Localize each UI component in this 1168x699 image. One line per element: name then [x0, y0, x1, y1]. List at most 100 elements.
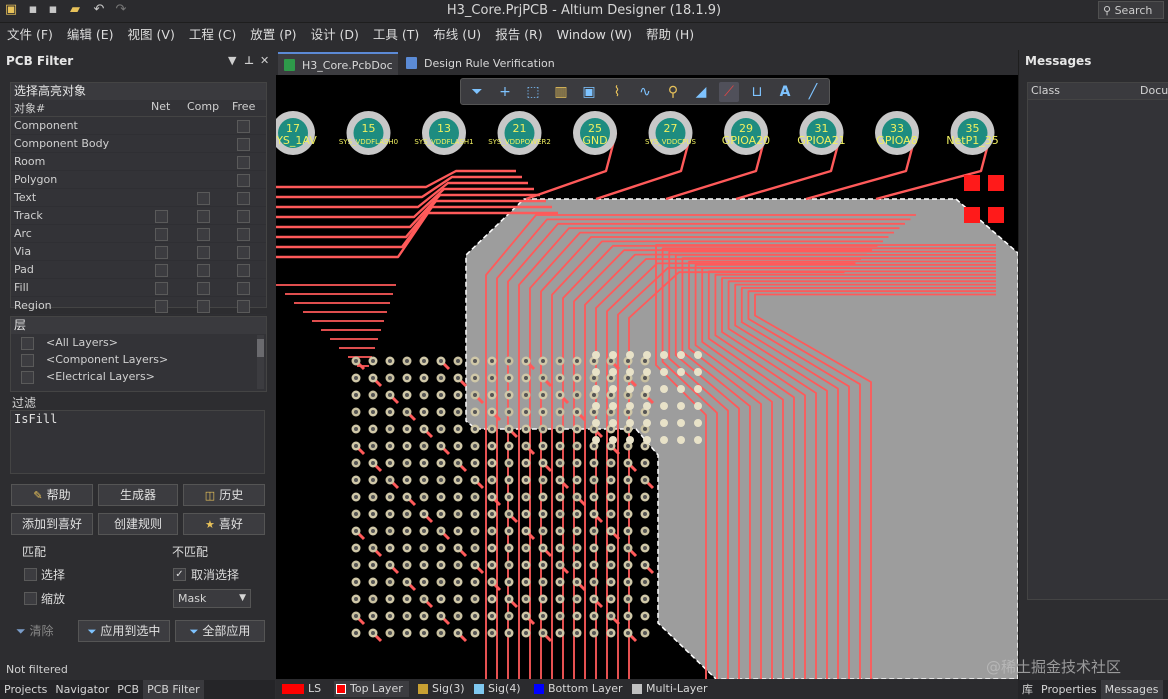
tab-projects[interactable]: Projects [0, 680, 51, 699]
builder-button[interactable]: 生成器 [98, 484, 178, 506]
tab-library[interactable]: 库 [1018, 680, 1037, 699]
menu-help[interactable]: 帮助 (H) [639, 23, 701, 47]
apply-selected-button[interactable]: ⏷ 应用到选中 [78, 620, 170, 642]
layer-tab-sig3[interactable]: Sig(3) [416, 681, 465, 697]
free-checkbox[interactable] [237, 246, 250, 259]
comp-checkbox[interactable] [197, 300, 210, 313]
select-checkbox[interactable] [24, 568, 37, 581]
wave-icon[interactable]: ∿ [635, 82, 655, 102]
menu-reports[interactable]: 报告 (R) [488, 23, 549, 47]
net-checkbox[interactable] [155, 282, 168, 295]
pin-place-icon[interactable]: ⚲ [663, 82, 683, 102]
clear-button[interactable]: ⏷ 清除 [16, 622, 53, 642]
filter-query-input[interactable]: IsFill [10, 410, 265, 474]
tab-navigator[interactable]: Navigator [51, 680, 113, 699]
free-checkbox[interactable] [237, 264, 250, 277]
pin-icon[interactable]: ⊥ [244, 50, 254, 72]
select-rect-icon[interactable]: ⬚ [523, 82, 543, 102]
bar-chart-icon[interactable]: ▥ [551, 82, 571, 102]
layer-tab-bottom[interactable]: Bottom Layer [532, 681, 623, 697]
free-checkbox[interactable] [237, 228, 250, 241]
net-checkbox[interactable] [155, 246, 168, 259]
component-icon[interactable]: ▣ [579, 82, 599, 102]
messages-table[interactable]: Class Docu [1027, 82, 1168, 600]
zoom-checkbox[interactable] [24, 592, 37, 605]
smd-pad[interactable] [964, 207, 980, 223]
menu-place[interactable]: 放置 (P) [243, 23, 303, 47]
pcb-drawing[interactable]: 17SYS_1AV 15 SYS_VDDFLASH0 13 SYS_VDDFLASH1 2… [276, 75, 1018, 679]
layer-checkbox[interactable] [21, 354, 34, 367]
free-checkbox[interactable] [237, 210, 250, 223]
menu-view[interactable]: 视图 (V) [121, 23, 182, 47]
route-icon[interactable]: ⌇ [607, 82, 627, 102]
menu-design[interactable]: 设计 (D) [304, 23, 366, 47]
layer-checkbox[interactable] [21, 337, 34, 350]
search-box[interactable]: ⚲ Search [1098, 1, 1164, 19]
filter-icon[interactable]: ⏷ [467, 82, 487, 102]
comp-checkbox[interactable] [197, 264, 210, 277]
tab-pcb-filter[interactable]: PCB Filter [143, 680, 204, 699]
smd-pads[interactable] [964, 175, 1004, 223]
free-checkbox[interactable] [237, 282, 250, 295]
dimension-icon[interactable]: ⊔ [747, 82, 767, 102]
tab-properties[interactable]: Properties [1037, 680, 1101, 699]
free-checkbox[interactable] [237, 120, 250, 133]
layer-tab-sig4[interactable]: Sig(4) [472, 681, 521, 697]
cross-icon[interactable]: + [495, 82, 515, 102]
highlight-title: 选择高亮对象 [11, 83, 266, 100]
comp-checkbox[interactable] [197, 246, 210, 259]
menu-file[interactable]: 文件 (F) [0, 23, 60, 47]
menu-tools[interactable]: 工具 (T) [366, 23, 426, 47]
free-checkbox[interactable] [237, 192, 250, 205]
net-checkbox[interactable] [155, 264, 168, 277]
comp-checkbox[interactable] [197, 192, 210, 205]
menu-window[interactable]: Window (W) [550, 23, 639, 47]
free-checkbox[interactable] [237, 138, 250, 151]
via-hole [354, 546, 358, 550]
tab-pcb[interactable]: PCB [113, 680, 143, 699]
smd-pad[interactable] [988, 175, 1004, 191]
line-draw-icon[interactable]: ⟋ [719, 82, 739, 102]
smd-pad[interactable] [988, 207, 1004, 223]
add-favorite-button[interactable]: 添加到喜好 [11, 513, 93, 535]
layer-tab-ls[interactable]: LS [280, 681, 321, 697]
panel-menu-icon[interactable]: ▼ [228, 50, 236, 72]
deselect-checkbox[interactable]: ✓ [173, 568, 186, 581]
layers-scrollbar[interactable] [257, 335, 264, 389]
menu-route[interactable]: 布线 (U) [426, 23, 488, 47]
layer-tab-multi[interactable]: Multi-Layer [630, 681, 708, 697]
smd-pad[interactable] [964, 175, 980, 191]
free-checkbox[interactable] [237, 156, 250, 169]
mask-dropdown[interactable]: Mask ▼ [173, 589, 251, 608]
scrollbar-thumb[interactable] [257, 339, 264, 357]
layer-row[interactable]: <Electrical Layers> [11, 368, 266, 385]
menu-edit[interactable]: 编辑 (E) [60, 23, 121, 47]
pcb-canvas[interactable]: 17SYS_1AV 15 SYS_VDDFLASH0 13 SYS_VDDFLASH1 2… [276, 75, 1018, 679]
close-icon[interactable]: ✕ [260, 50, 269, 72]
comp-checkbox[interactable] [197, 210, 210, 223]
tab-pcbdoc[interactable]: H3_Core.PcbDoc * [278, 52, 398, 95]
layer-row[interactable]: <Component Layers> [11, 351, 266, 368]
history-button[interactable]: ◫ 历史 [183, 484, 265, 506]
apply-all-button[interactable]: ⏷ 全部应用 [175, 620, 265, 642]
layer-tab-top[interactable]: Top Layer [334, 681, 409, 697]
free-checkbox[interactable] [237, 300, 250, 313]
menu-project[interactable]: 工程 (C) [182, 23, 243, 47]
layer-row[interactable]: <All Layers> [11, 334, 266, 351]
shape-icon[interactable]: ◢ [691, 82, 711, 102]
via-hole [541, 546, 545, 550]
net-checkbox[interactable] [155, 228, 168, 241]
favorites-button[interactable]: ★ 喜好 [183, 513, 265, 535]
tab-drc-report[interactable]: Design Rule Verification Report [400, 52, 600, 93]
tab-messages[interactable]: Messages [1100, 680, 1163, 699]
help-button[interactable]: ✎ 帮助 [11, 484, 93, 506]
create-rule-button[interactable]: 创建规则 [98, 513, 178, 535]
net-checkbox[interactable] [155, 300, 168, 313]
free-checkbox[interactable] [237, 174, 250, 187]
layer-checkbox[interactable] [21, 371, 34, 384]
text-icon[interactable]: A [775, 82, 795, 102]
comp-checkbox[interactable] [197, 282, 210, 295]
comp-checkbox[interactable] [197, 228, 210, 241]
net-checkbox[interactable] [155, 210, 168, 223]
line-icon[interactable]: ╱ [803, 82, 823, 102]
